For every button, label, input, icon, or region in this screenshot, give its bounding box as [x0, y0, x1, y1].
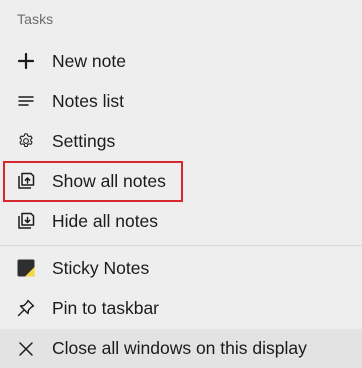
close-all-windows-item[interactable]: Close all windows on this display — [0, 329, 362, 368]
show-notes-icon — [16, 171, 36, 191]
show-all-notes-item[interactable]: Show all notes — [0, 162, 362, 200]
sticky-notes-app-label: Sticky Notes — [52, 257, 150, 278]
new-note-label: New note — [52, 50, 126, 71]
sticky-notes-app-item[interactable]: Sticky Notes — [0, 249, 362, 287]
list-icon — [16, 91, 36, 111]
pin-to-taskbar-item[interactable]: Pin to taskbar — [0, 289, 362, 327]
gear-icon — [16, 131, 36, 151]
notes-list-item[interactable]: Notes list — [0, 82, 362, 120]
new-note-item[interactable]: New note — [0, 42, 362, 80]
hide-all-notes-label: Hide all notes — [52, 210, 159, 231]
sticky-notes-app-icon — [16, 258, 36, 278]
settings-item[interactable]: Settings — [0, 122, 362, 160]
taskbar-jump-list: Tasks New note Notes list Settings Show … — [0, 0, 362, 368]
pin-icon — [16, 298, 36, 318]
tasks-section-header: Tasks — [17, 11, 54, 27]
pin-to-taskbar-label: Pin to taskbar — [52, 297, 159, 318]
hide-all-notes-item[interactable]: Hide all notes — [0, 202, 362, 240]
section-divider — [0, 245, 362, 246]
show-all-notes-label: Show all notes — [52, 170, 166, 191]
notes-list-label: Notes list — [52, 90, 124, 111]
close-all-windows-label: Close all windows on this display — [52, 338, 307, 358]
plus-icon — [16, 51, 36, 71]
close-icon — [16, 339, 36, 359]
hide-notes-icon — [16, 211, 36, 231]
settings-label: Settings — [52, 130, 116, 151]
